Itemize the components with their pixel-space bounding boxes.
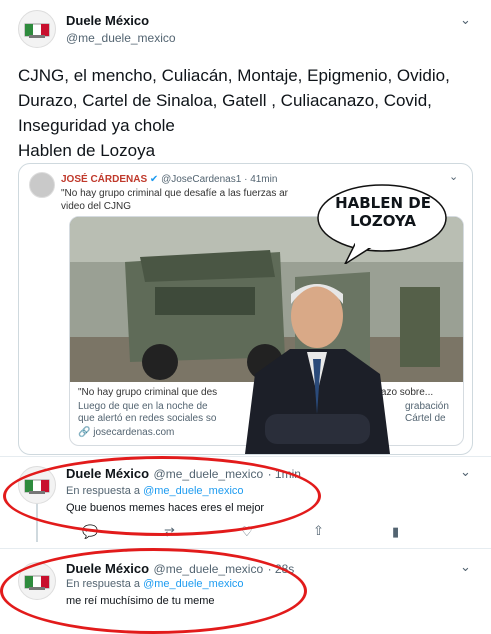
verified-icon: ✔ [149, 174, 159, 185]
tweet-line: Hablen de Lozoya [18, 141, 156, 160]
meme-caption: HABLEN DE LOZOYA [335, 194, 431, 230]
divider [0, 456, 491, 457]
quoted-text-2: video del CJNG [61, 201, 132, 212]
chevron-down-icon[interactable]: ⌄ [460, 12, 471, 28]
annotation-circle [3, 456, 321, 536]
card-title: "No hay grupo criminal que des [78, 387, 218, 398]
quoted-avatar [29, 172, 55, 198]
meme-person-image [245, 284, 390, 454]
quoted-time: 41min [250, 174, 278, 185]
author-handle[interactable]: @me_duele_mexico [66, 31, 176, 45]
avatar[interactable] [18, 10, 56, 48]
flag-logo-icon [24, 23, 50, 38]
quoted-author: JOSÉ CÁRDENAS [61, 174, 148, 185]
tweet-line: CJNG, el mencho, Culiacán, Montaje, Epig… [18, 66, 450, 85]
card-desc-1-end: grabación [405, 401, 449, 412]
author-name[interactable]: Duele México [66, 13, 149, 28]
card-link[interactable]: 🔗 josecardenas.com [78, 427, 174, 438]
chevron-down-icon[interactable]: ⌄ [460, 559, 471, 575]
quoted-tweet[interactable]: JOSÉ CÁRDENAS ✔ @JoseCardenas1 · 41min ⌄… [18, 163, 473, 455]
quoted-text: "No hay grupo criminal que desafíe a las… [61, 188, 289, 199]
chevron-down-icon[interactable]: ⌄ [460, 464, 471, 480]
annotation-circle [0, 548, 307, 634]
card-link-text: josecardenas.com [93, 427, 175, 438]
quoted-header: JOSÉ CÁRDENAS ✔ @JoseCardenas1 · 41min [61, 174, 278, 185]
link-icon: 🔗 [78, 427, 91, 438]
card-desc-2-end: Cártel de [405, 413, 446, 424]
divider [0, 548, 491, 549]
share-icon[interactable]: ⇧ [313, 523, 324, 539]
tweet-text: CJNG, el mencho, Culiacán, Montaje, Epig… [18, 63, 483, 163]
quoted-handle: @JoseCardenas1 [161, 174, 242, 185]
analytics-icon[interactable]: ▮ [392, 524, 399, 540]
tweet-line: Durazo, Cartel de Sinaloa, Gatell , Culi… [18, 91, 432, 110]
tweet-line: Inseguridad ya chole [18, 116, 175, 135]
card-desc-1: Luego de que en la noche de [78, 401, 208, 412]
quoted-chevron-icon: ⌄ [449, 171, 459, 183]
card-desc-2: que alertó en redes sociales so [78, 413, 217, 424]
